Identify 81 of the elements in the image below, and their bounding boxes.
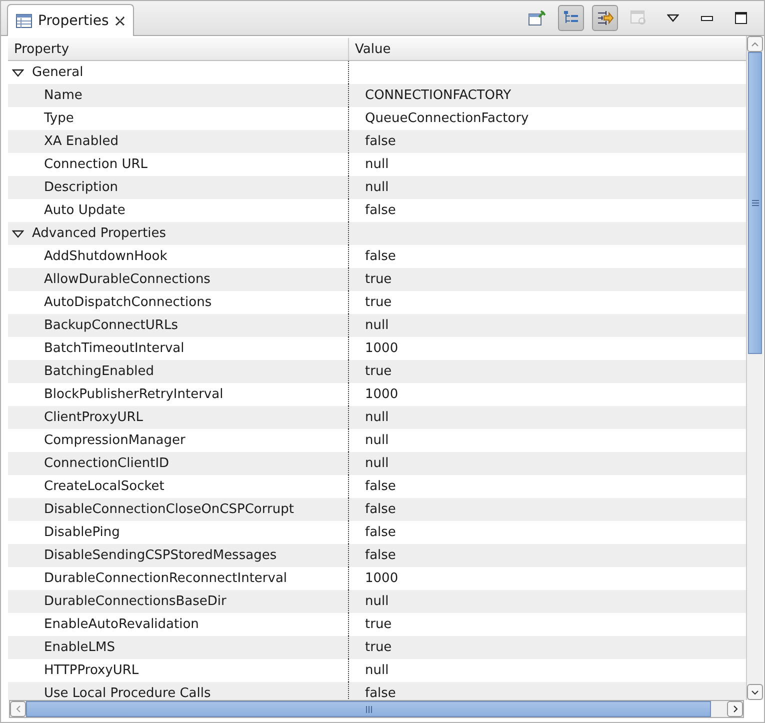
tree-icon: [563, 10, 579, 26]
property-name: AllowDurableConnections: [44, 272, 210, 287]
property-name: DurableConnectionsBaseDir: [44, 594, 226, 609]
property-value: null: [365, 594, 389, 609]
vertical-scrollbar[interactable]: [746, 36, 763, 700]
pin-note-icon: [528, 10, 546, 26]
caret-left-icon: [16, 705, 20, 713]
property-name: Connection URL: [44, 157, 148, 172]
property-name: ClientProxyURL: [44, 410, 144, 425]
property-value: QueueConnectionFactory: [365, 111, 529, 126]
caret-down-icon: [751, 690, 759, 694]
property-name: AddShutdownHook: [44, 249, 168, 264]
column-header[interactable]: Property: [8, 38, 348, 60]
property-value: false: [365, 686, 396, 700]
caret-right-icon: [732, 705, 738, 713]
maximize-icon: [735, 12, 747, 24]
property-name: Description: [44, 180, 118, 195]
property-value: null: [365, 180, 389, 195]
property-name: XA Enabled: [44, 134, 118, 149]
property-value: null: [365, 663, 389, 678]
property-name: HTTPProxyURL: [44, 663, 139, 678]
property-value: false: [365, 249, 396, 264]
caret-up-icon: [751, 42, 759, 46]
tab-title: Properties: [38, 12, 109, 28]
property-name: AutoDispatchConnections: [44, 295, 212, 310]
property-value: false: [365, 203, 396, 218]
scroll-up-button[interactable]: [747, 36, 763, 52]
scroll-thumb[interactable]: [748, 52, 762, 354]
property-value: false: [365, 548, 396, 563]
property-value: null: [365, 318, 389, 333]
category-label: General: [32, 65, 84, 80]
property-value: false: [365, 502, 396, 517]
property-value: 1000: [365, 571, 398, 586]
properties-tab[interactable]: Properties: [7, 4, 134, 36]
property-value: null: [365, 433, 389, 448]
property-name: CreateLocalSocket: [44, 479, 164, 494]
property-name: Auto Update: [44, 203, 126, 218]
collapse-toggle[interactable]: [12, 230, 24, 238]
property-value: false: [365, 479, 396, 494]
property-name: EnableAutoRevalidation: [44, 617, 199, 632]
property-value: null: [365, 410, 389, 425]
property-name: BatchingEnabled: [44, 364, 154, 379]
property-name: CompressionManager: [44, 433, 186, 448]
property-name: DisableConnectionCloseOnCSPCorrupt: [44, 502, 294, 517]
property-value: true: [365, 364, 392, 379]
table-icon: [16, 14, 32, 28]
property-name: DisablePing: [44, 525, 120, 540]
property-value: true: [365, 640, 392, 655]
dropdown-icon: [667, 14, 679, 22]
property-name: BlockPublisherRetryInterval: [44, 387, 224, 402]
property-name: DisableSendingCSPStoredMessages: [44, 548, 277, 563]
scroll-thumb[interactable]: [26, 701, 711, 717]
scroll-down-button[interactable]: [747, 684, 763, 700]
minimize-icon: [701, 16, 713, 20]
scroll-right-button[interactable]: [727, 701, 743, 717]
property-value: true: [365, 272, 392, 287]
property-name: ConnectionClientID: [44, 456, 170, 471]
property-value: false: [365, 525, 396, 540]
collapse-toggle[interactable]: [12, 68, 24, 76]
property-value: true: [365, 295, 392, 310]
property-name: BackupConnectURLs: [44, 318, 178, 333]
close-icon[interactable]: [114, 16, 125, 26]
property-name: Name: [44, 88, 82, 103]
category-label: Advanced Properties: [32, 226, 166, 241]
property-name: Use Local Procedure Calls: [44, 686, 211, 700]
property-name: Type: [44, 111, 74, 126]
window-icon: [630, 10, 648, 26]
property-name: BatchTimeoutInterval: [44, 341, 184, 356]
property-value: false: [365, 134, 396, 149]
toolbar-button[interactable]: [592, 5, 618, 31]
property-value: 1000: [365, 387, 398, 402]
filter-arrow-icon: [596, 10, 614, 26]
property-value: null: [365, 456, 389, 471]
property-value: CONNECTIONFACTORY: [365, 88, 512, 103]
property-value: null: [365, 157, 389, 172]
property-value: 1000: [365, 341, 398, 356]
scroll-left-button[interactable]: [10, 701, 26, 717]
property-value: true: [365, 617, 392, 632]
horizontal-scrollbar[interactable]: [9, 700, 744, 718]
property-name: DurableConnectionReconnectInterval: [44, 571, 288, 586]
property-name: EnableLMS: [44, 640, 115, 655]
